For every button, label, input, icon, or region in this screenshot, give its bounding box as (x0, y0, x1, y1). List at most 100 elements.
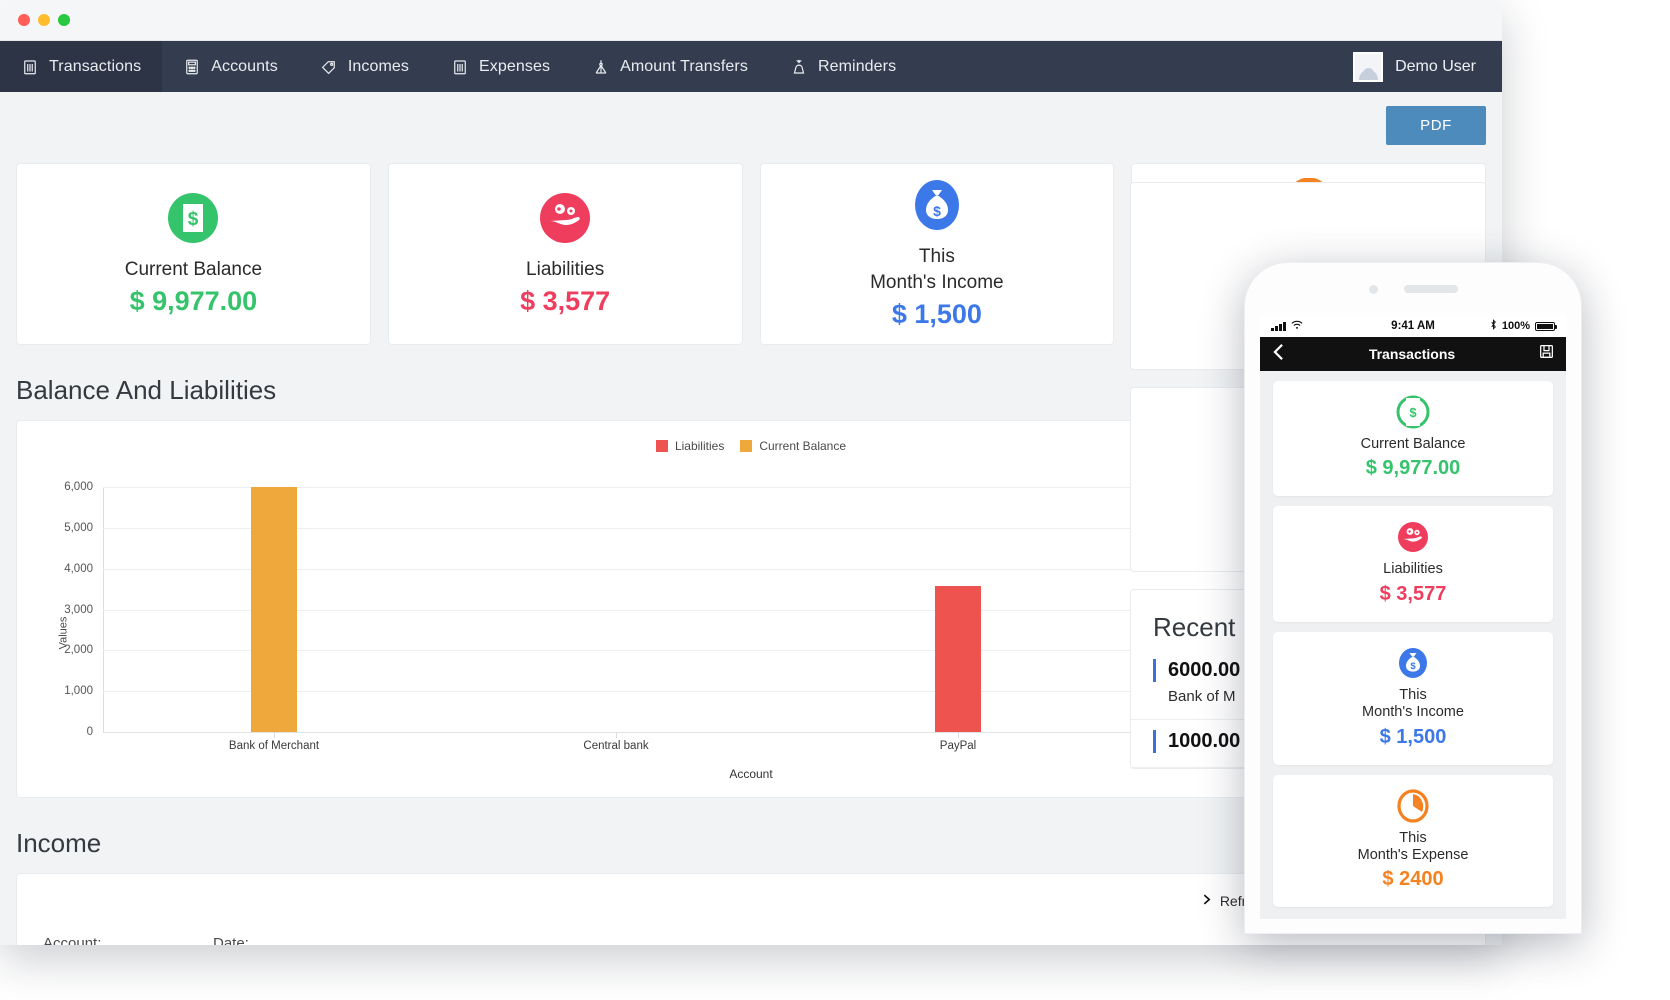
phone-card-label: Current Balance (1360, 436, 1466, 452)
trash-expenses-icon (451, 58, 469, 76)
chevron-right-icon (1200, 893, 1213, 909)
phone-card-value: $ 1,500 (1379, 725, 1447, 748)
scale-icon (592, 58, 610, 76)
wifi-icon (1290, 320, 1303, 333)
y-tick-label: 6,000 (64, 481, 93, 493)
bar-liabilities[interactable] (935, 585, 981, 732)
x-tick-mark (274, 732, 275, 738)
signal-bars-icon (1271, 321, 1286, 331)
nav-item-reminders[interactable]: Reminders (769, 41, 917, 92)
summary-card-value: $ 9,977.00 (129, 285, 258, 316)
nav-item-incomes[interactable]: Incomes (299, 41, 430, 92)
x-tick-label: Central bank (583, 740, 649, 752)
y-tick-label: 1,000 (64, 685, 93, 698)
nav-item-transactions[interactable]: Transactions (0, 41, 163, 92)
y-tick-label: 3,000 (64, 603, 93, 616)
avatar (1353, 51, 1384, 82)
phone-card-value: $ 9,977.00 (1365, 457, 1461, 480)
phone-card-monthly-income[interactable]: $ This Month's Income $ 1,500 (1273, 631, 1553, 765)
user-menu[interactable]: Demo User (1353, 41, 1502, 92)
phone-card-label: Liabilities (1383, 561, 1443, 578)
phone-card-label: This (1399, 686, 1427, 703)
status-right: 100% (1435, 319, 1558, 333)
phone-card-monthly-expense[interactable]: This Month's Expense $ 2400 (1273, 774, 1553, 908)
phone-card-label-line2: Month's Income (1362, 704, 1464, 721)
legend-item-liabilities[interactable]: Liabilities (655, 439, 725, 453)
hand-coin-icon (538, 191, 592, 245)
minimize-window-button[interactable] (38, 14, 50, 26)
nav-item-amount-transfers[interactable]: Amount Transfers (571, 41, 769, 92)
battery-icon (1535, 321, 1558, 331)
x-tick-label: PayPal (939, 740, 977, 752)
window-titlebar (0, 0, 1502, 41)
x-tick-mark (958, 732, 959, 738)
bar-current-balance[interactable] (251, 487, 297, 732)
phone-card-value: $ 2400 (1382, 868, 1444, 891)
nav-item-label: Amount Transfers (620, 57, 748, 75)
alarm-icon (790, 58, 808, 76)
dollar-circle-icon: $ (1396, 395, 1430, 429)
phone-status-bar: 9:41 AM 100% (1260, 315, 1566, 337)
nav-item-expenses[interactable]: Expenses (430, 41, 571, 92)
dollar-circle-icon: $ (166, 191, 220, 245)
summary-card-monthly-income[interactable]: $ This Month's Income $ 1,500 (759, 163, 1115, 345)
x-tick-mark (616, 732, 617, 738)
svg-text:$: $ (1410, 661, 1416, 672)
front-camera-icon (1368, 284, 1378, 294)
legend-label: Liabilities (674, 439, 725, 453)
nav-item-label: Accounts (211, 57, 278, 75)
close-window-button[interactable] (18, 14, 30, 26)
account-field-label: Account: (43, 935, 102, 945)
username-label: Demo User (1395, 57, 1476, 75)
summary-card-liabilities[interactable]: Liabilities $ 3,577 (387, 163, 743, 345)
phone-card-liabilities[interactable]: Liabilities $ 3,577 (1273, 506, 1553, 622)
money-bag-icon: $ (910, 178, 964, 232)
nav-item-label: Reminders (817, 57, 897, 75)
phone-screen: 9:41 AM 100% Transactions $ Current Bala… (1260, 315, 1566, 919)
money-bag-icon: $ (1396, 646, 1430, 680)
date-field-group: Date: --- Select --- (213, 935, 353, 945)
pdf-button[interactable]: PDF (1386, 106, 1486, 145)
summary-card-current-balance[interactable]: $ Current Balance $ 9,977.00 (16, 163, 371, 345)
phone-app-bar: Transactions (1260, 337, 1566, 371)
nav-item-accounts[interactable]: Accounts (162, 41, 299, 92)
account-field-group: Account: --- Select --- (43, 935, 183, 945)
legend-swatch-current-balance (740, 440, 753, 452)
save-icon[interactable] (1539, 344, 1554, 364)
hand-coin-icon (1396, 520, 1430, 554)
phone-card-current-balance[interactable]: $ Current Balance $ 9,977.00 (1273, 381, 1553, 497)
phone-top-bezel (1245, 263, 1581, 315)
summary-card-label: Current Balance (124, 259, 263, 281)
pdf-export-row: PDF (0, 92, 1502, 145)
summary-card-label-line2: Month's Income (870, 272, 1004, 293)
phone-app-bar-title: Transactions (1368, 346, 1456, 362)
battery-percent-label: 100% (1501, 320, 1531, 332)
screenshot-root: Transactions Accounts Incomes Expenses A… (0, 0, 1670, 1000)
svg-text:$: $ (1409, 405, 1417, 420)
phone-card-label: This (1399, 829, 1427, 846)
phone-mockup: 9:41 AM 100% Transactions $ Current Bala… (1244, 262, 1582, 934)
date-field-label: Date: (213, 935, 249, 945)
pie-chart-icon (1396, 788, 1430, 823)
y-tick-label: 2,000 (64, 644, 93, 657)
bar-slot-bank-of-merchant (103, 487, 445, 738)
status-time: 9:41 AM (1391, 320, 1435, 332)
summary-card-value: $ 1,500 (891, 298, 982, 329)
legend-item-current-balance[interactable]: Current Balance (740, 439, 846, 453)
summary-card-label: This (918, 246, 955, 268)
nav-item-label: Transactions (49, 57, 142, 75)
y-tick-label: 5,000 (64, 521, 93, 534)
back-chevron-icon[interactable] (1272, 343, 1285, 366)
legend-label: Current Balance (759, 439, 847, 453)
svg-text:$: $ (933, 203, 941, 219)
bar-slot-paypal (787, 487, 1129, 738)
maximize-window-button[interactable] (58, 14, 70, 26)
legend-swatch-liabilities (655, 440, 668, 452)
y-tick-label: 0 (86, 726, 93, 738)
phone-card-label-line2: Month's Expense (1357, 846, 1469, 863)
tag-icon (320, 58, 338, 76)
summary-card-label: Liabilities (526, 259, 605, 281)
phone-card-value: $ 3,577 (1379, 582, 1447, 605)
svg-text:$: $ (188, 209, 199, 230)
y-tick-label: 4,000 (64, 562, 93, 575)
